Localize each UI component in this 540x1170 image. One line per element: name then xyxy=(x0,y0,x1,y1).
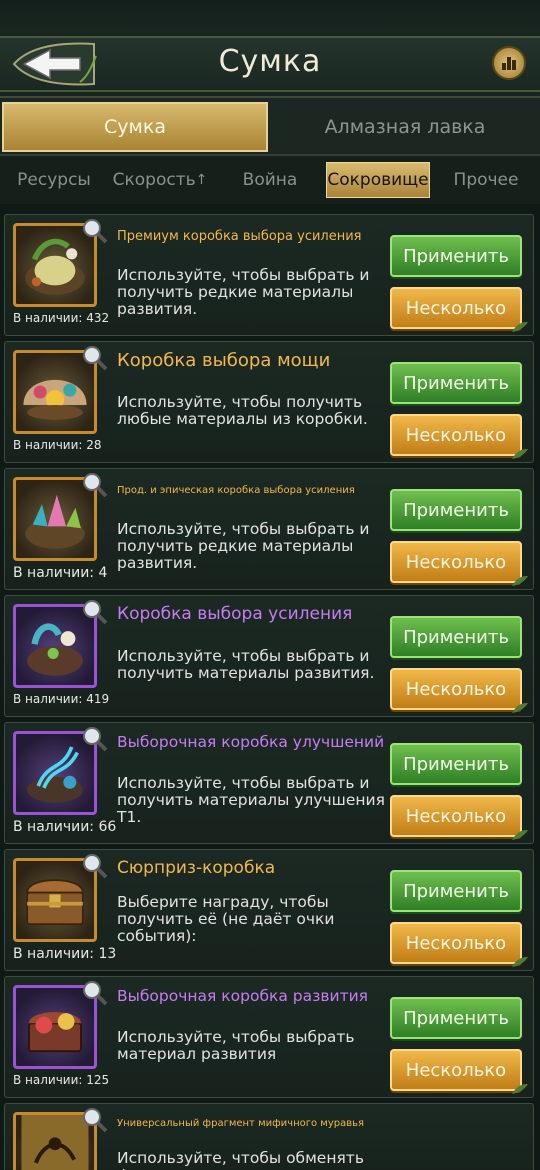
item-title: Коробка выбора мощи xyxy=(117,350,331,371)
item-title: Коробка выбора усиления xyxy=(117,604,353,624)
multiple-button[interactable]: Несколько xyxy=(390,414,522,456)
subtab-treasure[interactable]: Сокровище xyxy=(326,162,430,198)
multiple-button[interactable]: Несколько xyxy=(390,795,522,837)
item-title: Выборочная коробка развития xyxy=(117,987,369,1005)
apply-button[interactable]: Применить xyxy=(390,362,522,404)
item-title: Выборочная коробка улучшений xyxy=(117,733,385,751)
magnifier-icon[interactable] xyxy=(81,217,109,245)
magnifier-icon[interactable] xyxy=(81,598,109,626)
list-item: В наличии: 13 Сюрприз-коробка Выберите н… xyxy=(4,849,534,971)
list-item: В наличии: 66 Выборочная коробка улучшен… xyxy=(4,722,534,844)
page-title: Сумка xyxy=(218,44,322,79)
stock-count: В наличии: 28 xyxy=(13,438,102,452)
tab-diamond-shop[interactable]: Алмазная лавка xyxy=(272,102,538,152)
multiple-button[interactable]: Несколько xyxy=(390,1049,522,1091)
tab-bag[interactable]: Сумка xyxy=(2,102,268,152)
magnifier-icon[interactable] xyxy=(81,852,109,880)
sub-tabs: Ресурсы Скорость ↑ Война Сокровище Прочее xyxy=(0,156,540,204)
apply-button[interactable]: Применить xyxy=(390,870,522,912)
stats-button[interactable] xyxy=(492,46,526,80)
subtab-war[interactable]: Война xyxy=(218,162,322,198)
list-item: В наличии: 125 Выборочная коробка развит… xyxy=(4,976,534,1098)
list-item: В наличии: 419 Коробка выбора усиления И… xyxy=(4,595,534,717)
magnifier-icon[interactable] xyxy=(81,725,109,753)
leaf-icon xyxy=(512,830,528,840)
leaf-icon xyxy=(512,449,528,459)
header: Сумка xyxy=(0,0,540,98)
item-description: Используйте, чтобы обменять фрагмент xyxy=(117,1149,364,1170)
magnifier-icon[interactable] xyxy=(81,1106,109,1134)
apply-button[interactable]: Применить xyxy=(390,235,522,277)
item-description: Используйте, чтобы получить любые матери… xyxy=(117,393,368,428)
item-title: Сюрприз-коробка xyxy=(117,858,276,878)
multiple-button[interactable]: Несколько xyxy=(390,541,522,583)
item-title: Премиум коробка выбора усиления xyxy=(117,229,362,244)
item-description: Выберите награду, чтобы получить её (не … xyxy=(117,893,335,945)
item-description: Используйте, чтобы выбрать и получить ма… xyxy=(117,774,385,826)
stock-count: В наличии: 13 xyxy=(13,946,117,962)
magnifier-icon[interactable] xyxy=(81,979,109,1007)
magnifier-icon[interactable] xyxy=(81,344,109,372)
leaf-icon xyxy=(512,703,528,713)
item-title: Прод. и эпическая коробка выбора усилени… xyxy=(117,485,355,496)
stock-count: В наличии: 419 xyxy=(13,692,110,706)
apply-button[interactable]: Применить xyxy=(390,997,522,1039)
item-description: Используйте, чтобы выбрать и получить ре… xyxy=(117,520,370,572)
list-item: Универсальный фрагмент мифичного муравья… xyxy=(4,1103,534,1170)
apply-button[interactable]: Применить xyxy=(390,743,522,785)
subtab-resources[interactable]: Ресурсы xyxy=(6,162,102,198)
subtab-speed[interactable]: Скорость ↑ xyxy=(110,162,210,198)
list-item: В наличии: 4 Прод. и эпическая коробка в… xyxy=(4,468,534,590)
main-tabs: Сумка Алмазная лавка xyxy=(0,98,540,156)
stock-count: В наличии: 125 xyxy=(13,1073,110,1087)
multiple-button[interactable]: Несколько xyxy=(390,287,522,329)
leaf-icon xyxy=(512,322,528,332)
magnifier-icon[interactable] xyxy=(81,471,109,499)
apply-button[interactable]: Применить xyxy=(390,616,522,658)
subtab-speed-label: Скорость xyxy=(112,170,196,190)
item-description: Используйте, чтобы выбрать и получить ма… xyxy=(117,647,375,682)
leaf-icon xyxy=(512,957,528,967)
up-arrow-icon: ↑ xyxy=(195,172,208,188)
list-item: В наличии: 28 Коробка выбора мощи Исполь… xyxy=(4,341,534,463)
apply-button[interactable]: Применить xyxy=(390,489,522,531)
item-description: Используйте, чтобы выбрать и получить ре… xyxy=(117,266,370,318)
multiple-button[interactable]: Несколько xyxy=(390,668,522,710)
stock-count: В наличии: 66 xyxy=(13,819,117,835)
leaf-icon xyxy=(512,576,528,586)
item-description: Используйте, чтобы выбрать материал разв… xyxy=(117,1028,355,1063)
multiple-button[interactable]: Несколько xyxy=(390,922,522,964)
bar-chart-icon xyxy=(502,57,516,70)
subtab-other[interactable]: Прочее xyxy=(436,162,536,198)
item-title: Универсальный фрагмент мифичного муравья xyxy=(117,1118,365,1129)
leaf-icon xyxy=(512,1084,528,1094)
list-item: В наличии: 432 Премиум коробка выбора ус… xyxy=(4,214,534,336)
stock-count: В наличии: 432 xyxy=(13,311,110,325)
stock-count: В наличии: 4 xyxy=(13,565,108,581)
